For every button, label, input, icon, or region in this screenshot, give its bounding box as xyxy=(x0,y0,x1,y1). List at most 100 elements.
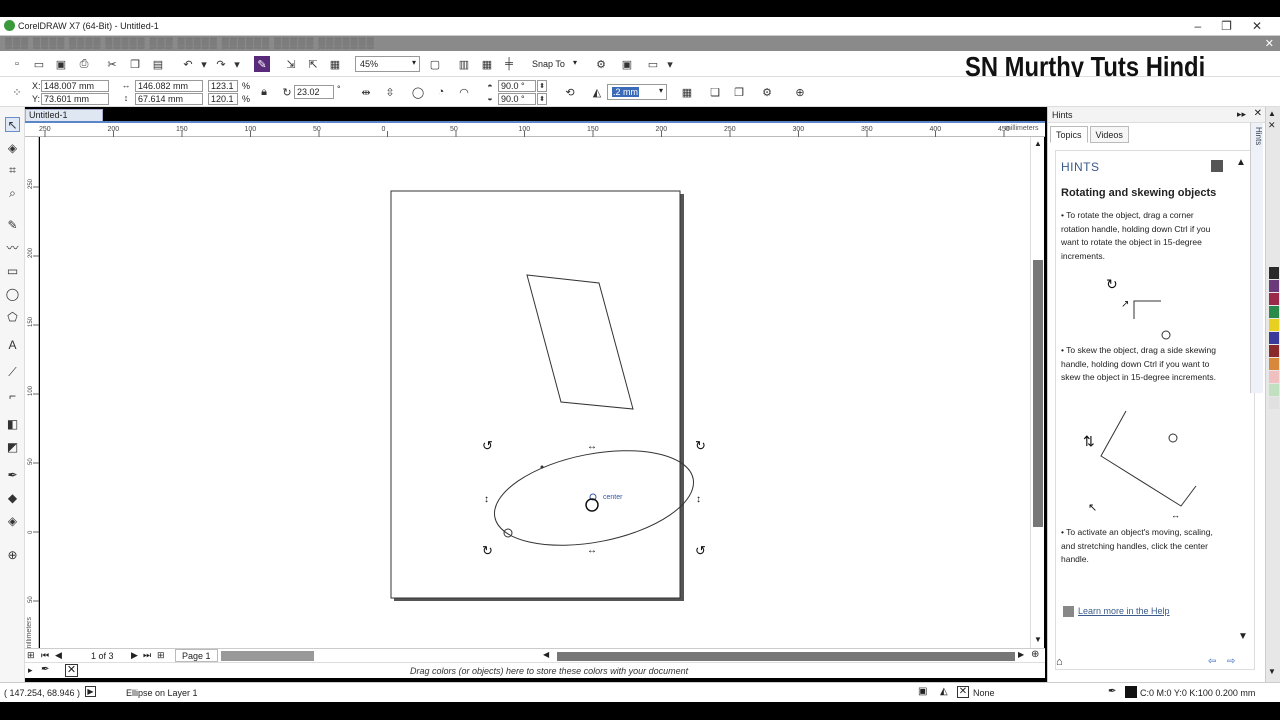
vertical-ruler[interactable]: 250 200 150 100 50 0 50 millimeters xyxy=(25,137,39,650)
freehand-tool-icon[interactable]: ✎ xyxy=(5,217,20,232)
start-angle-spinner[interactable]: ⬍ xyxy=(537,80,547,92)
scroll-up-icon[interactable]: ▲ xyxy=(1034,139,1042,148)
horizontal-ruler[interactable]: 250 200 150 100 50 0 50 100 150 200 250 300 350 400 45… xyxy=(25,123,1045,137)
no-color-swatch[interactable]: ✕ xyxy=(65,664,78,677)
rotate-handle-bottomright-icon[interactable]: ↺ xyxy=(695,543,706,558)
connector-tool-icon[interactable]: ⌐ xyxy=(5,388,20,403)
color-swatch[interactable] xyxy=(1269,267,1279,279)
full-screen-preview-icon[interactable]: ▢ xyxy=(427,56,443,72)
app-launcher-icon[interactable]: ▣ xyxy=(619,56,635,72)
page-border[interactable] xyxy=(390,190,681,599)
color-swatch[interactable] xyxy=(1269,358,1279,370)
object-origin-icon[interactable]: ⁘ xyxy=(9,84,25,100)
open-icon[interactable]: ▭ xyxy=(31,56,47,72)
scale-height-field[interactable]: 120.1 xyxy=(208,93,238,105)
maximize-button[interactable]: ❐ xyxy=(1221,19,1232,33)
zoom-one-shot-icon[interactable]: ⊕ xyxy=(1031,649,1039,660)
ellipse-tool-icon[interactable]: ◯ xyxy=(5,286,20,301)
fill-none-swatch[interactable]: ✕ xyxy=(957,686,969,698)
first-page-icon[interactable]: ⏮ xyxy=(41,650,49,661)
y-position-field[interactable]: 73.601 mm xyxy=(41,93,109,105)
rotate-handle-topleft-icon[interactable]: ↺ xyxy=(482,438,493,453)
show-rulers-icon[interactable]: ▥ xyxy=(456,56,472,72)
polygon-tool-icon[interactable]: ⬠ xyxy=(5,309,20,324)
help-link[interactable]: Learn more in the Help xyxy=(1078,606,1170,616)
rectangle-tool-icon[interactable]: ▭ xyxy=(5,263,20,278)
last-page-icon[interactable]: ⏭ xyxy=(143,650,151,661)
wrap-text-icon[interactable]: ⚙ xyxy=(759,84,775,100)
tab-videos[interactable]: Videos xyxy=(1089,126,1129,143)
pick-tool-icon[interactable]: ↖ xyxy=(5,117,20,132)
menu-bar[interactable]: ▒▒▒ ▒▒▒▒ ▒▒▒▒ ▒▒▒▒▒ ▒▒▒ ▒▒▒▒▒ ▒▒▒▒▒▒ ▒▒▒… xyxy=(0,36,1280,51)
rotate-handle-bottomleft-icon[interactable]: ↻ xyxy=(482,543,493,558)
skew-handle-bottom-icon[interactable]: ↔ xyxy=(587,545,597,556)
hints-back-icon[interactable]: ⇦ xyxy=(1208,656,1216,667)
import-icon[interactable]: ⇲ xyxy=(283,56,299,72)
zoom-tool-icon[interactable]: ⌕ xyxy=(5,186,20,201)
docker-close-icon[interactable]: ✕ xyxy=(1254,108,1262,119)
docker-collapse-icon[interactable]: ▸▸ xyxy=(1237,109,1246,120)
copy-icon[interactable]: ❐ xyxy=(127,56,143,72)
color-swatch[interactable] xyxy=(1269,332,1279,344)
pie-mode-icon[interactable]: ◔ xyxy=(433,84,449,100)
cut-icon[interactable]: ✂ xyxy=(104,56,120,72)
redo-dropdown-icon[interactable]: ▾ xyxy=(229,56,245,72)
ellipse-mode-icon[interactable]: ◯ xyxy=(410,84,426,100)
welcome-screen-icon[interactable]: ▭ xyxy=(645,56,661,72)
new-document-icon[interactable]: ▫ xyxy=(9,56,25,72)
skew-handle-right-icon[interactable]: ↕ xyxy=(696,494,701,505)
hints-scroll-down-icon[interactable]: ▼ xyxy=(1238,631,1248,642)
width-field[interactable]: 146.082 mm xyxy=(135,80,203,92)
show-grid-icon[interactable]: ▦ xyxy=(479,56,495,72)
rotate-handle-topright-icon[interactable]: ↻ xyxy=(695,438,706,453)
palette-arrow-icon[interactable]: ▸ xyxy=(28,665,33,676)
drawing-canvas[interactable]: ↺ ↻ ↻ ↺ ↔ ↔ ↕ ↕ center xyxy=(40,137,1030,648)
eyedropper-tool-icon[interactable]: ✒ xyxy=(5,467,20,482)
scroll-right-icon[interactable]: ▶ xyxy=(1018,650,1024,659)
color-swatch[interactable] xyxy=(1269,371,1279,383)
book-icon[interactable] xyxy=(1211,160,1223,172)
height-field[interactable]: 67.614 mm xyxy=(135,93,203,105)
color-swatch[interactable] xyxy=(1269,306,1279,318)
redo-icon[interactable]: ↷ xyxy=(213,56,229,72)
rotation-angle-field[interactable]: 23.02 xyxy=(294,85,334,99)
transparency-tool-icon[interactable]: ◩ xyxy=(5,439,20,454)
start-angle-field[interactable]: 90.0 ° xyxy=(498,80,536,92)
status-play-icon[interactable]: ▶ xyxy=(85,686,96,697)
color-swatch[interactable] xyxy=(1269,345,1279,357)
palette-scroll-down-icon[interactable]: ▼ xyxy=(1268,667,1276,676)
save-icon[interactable]: ▣ xyxy=(53,56,69,72)
page-tab-1[interactable]: Page 1 xyxy=(175,649,218,662)
no-fill-swatch[interactable]: ✕ xyxy=(1268,120,1276,131)
horizontal-scroll-thumb[interactable] xyxy=(557,652,1015,661)
undo-dropdown-icon[interactable]: ▾ xyxy=(196,56,212,72)
scroll-left-icon[interactable]: ◀ xyxy=(543,650,549,659)
x-position-field[interactable]: 148.007 mm xyxy=(41,80,109,92)
parallel-dimension-tool-icon[interactable]: ⟋ xyxy=(5,365,20,380)
snap-to-dropdown[interactable]: Snap To ▾ xyxy=(527,56,581,72)
arc-mode-icon[interactable]: ◠ xyxy=(456,84,472,100)
print-icon[interactable]: ⎙ xyxy=(76,56,92,72)
paste-icon[interactable]: ▤ xyxy=(150,56,166,72)
toolbar-options-icon[interactable]: ▾ xyxy=(662,56,678,72)
color-swatch[interactable] xyxy=(1269,280,1279,292)
prev-page-icon[interactable]: ◀ xyxy=(55,650,62,661)
color-swatch[interactable] xyxy=(1269,397,1279,409)
color-swatch[interactable] xyxy=(1269,319,1279,331)
skew-handle-left-icon[interactable]: ↕ xyxy=(484,494,489,505)
options-icon[interactable]: ⚙ xyxy=(593,56,609,72)
next-page-icon[interactable]: ▶ xyxy=(131,650,138,661)
crop-tool-icon[interactable]: ⌗ xyxy=(5,163,20,178)
quick-customize-icon[interactable]: ⊕ xyxy=(792,84,808,100)
lock-ratio-icon[interactable]: 🔒︎ xyxy=(256,84,272,100)
menu-close-icon[interactable]: ✕ xyxy=(1265,37,1274,50)
artistic-media-tool-icon[interactable]: 〰 xyxy=(5,240,20,255)
palette-scroll-up-icon[interactable]: ▲ xyxy=(1268,109,1276,118)
close-button[interactable]: ✕ xyxy=(1252,19,1262,33)
hints-forward-icon[interactable]: ⇨ xyxy=(1227,656,1235,667)
color-swatch[interactable] xyxy=(1269,384,1279,396)
hints-side-tab[interactable]: Hints xyxy=(1250,123,1263,393)
to-front-icon[interactable]: ❏ xyxy=(707,84,723,100)
outline-color-swatch[interactable] xyxy=(1125,686,1137,698)
scroll-down-icon[interactable]: ▼ xyxy=(1034,635,1042,644)
